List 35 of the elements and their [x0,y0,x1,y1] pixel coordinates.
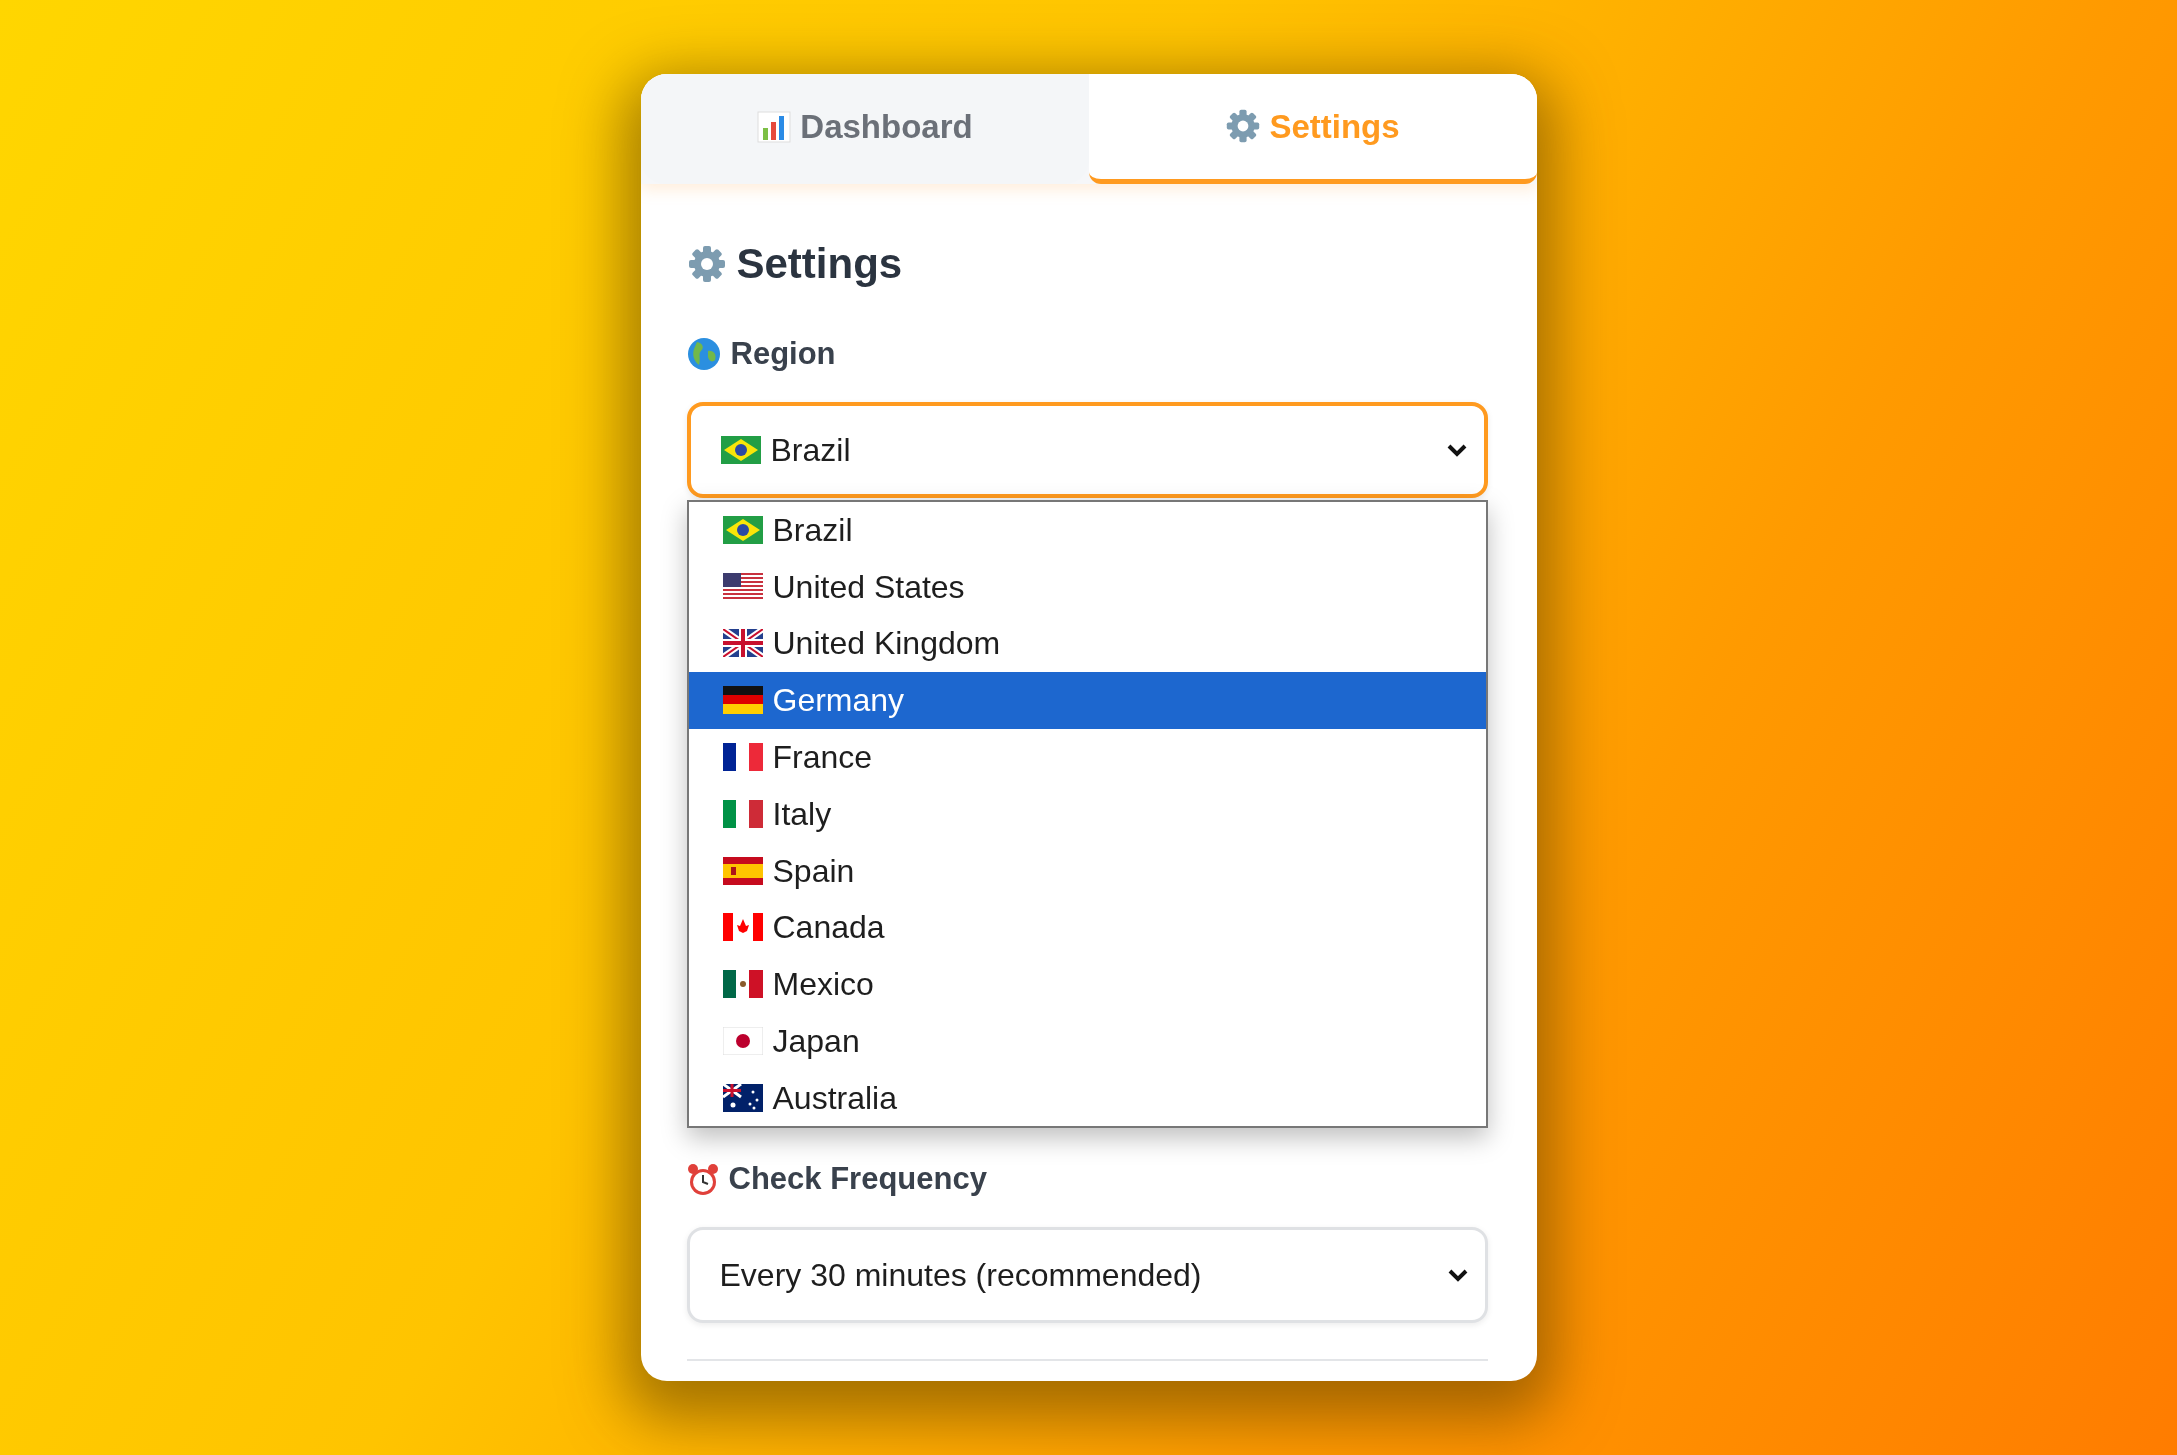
dropdown-option[interactable]: Brazil [688,501,1486,559]
frequency-select[interactable]: Every 30 minutes (recommended) [686,1226,1488,1323]
flag-icon [722,913,763,942]
flag-icon [722,856,763,885]
chevron-down-icon [1446,1267,1469,1282]
dropdown-option[interactable]: Canada [688,899,1486,956]
flag-icon [722,686,763,715]
flag-icon [722,572,763,601]
dropdown-option[interactable]: Spain [688,842,1486,900]
flag-icon [722,1083,763,1112]
flag-icon [722,970,763,999]
flag-icon [722,799,763,828]
gear-icon [1225,107,1262,144]
dropdown-option[interactable]: Germany [688,671,1486,729]
chevron-down-icon [1445,442,1468,457]
tab[interactable]: Dashboard [640,74,1089,184]
flag-icon [722,1027,763,1056]
field-label: Region [730,335,836,373]
alarm-clock-icon [686,1162,719,1197]
dropdown-option[interactable]: Mexico [688,955,1486,1013]
dropdown-option[interactable]: Japan [688,1012,1486,1070]
dropdown-option[interactable]: United States [688,558,1486,616]
flag-icon [722,743,763,772]
flag-icon [720,435,761,464]
dropdown-option[interactable]: Australia [688,1069,1486,1127]
dropdown-option[interactable]: France [688,728,1486,786]
dropdown-option[interactable]: United Kingdom [688,615,1486,672]
globe-icon [686,337,721,372]
field-label: Check Frequency [728,1160,987,1199]
flag-icon [722,515,763,544]
region-select[interactable]: Brazil [686,401,1488,498]
flag-icon [722,629,763,658]
dropdown-option[interactable]: Italy [688,785,1486,843]
page-title: Settings [736,239,903,289]
gear-icon [686,243,727,284]
